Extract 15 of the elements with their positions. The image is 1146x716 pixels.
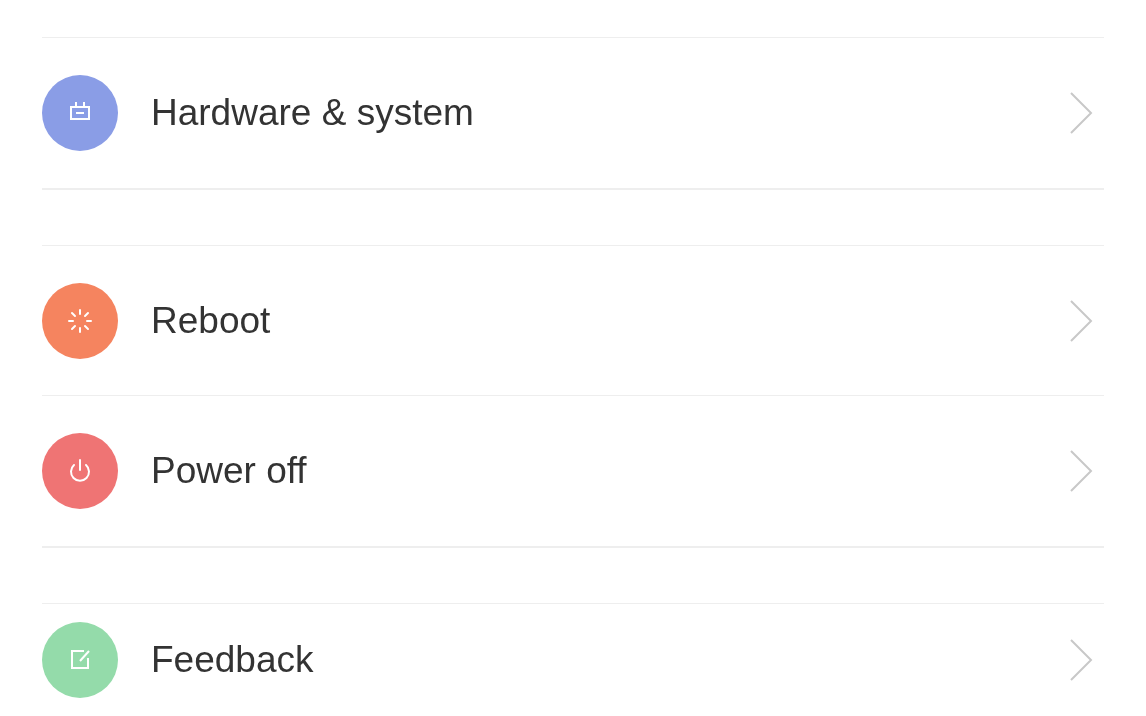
chevron-right-icon xyxy=(1068,449,1094,493)
settings-row[interactable]: Reboot xyxy=(42,246,1104,396)
edit-icon xyxy=(68,648,92,672)
chevron-right-icon xyxy=(1068,638,1094,682)
chevron-right-icon xyxy=(1068,91,1094,135)
chevron-right-icon xyxy=(1068,298,1094,343)
settings-row[interactable]: Power off xyxy=(42,396,1104,546)
row-label: Power off xyxy=(151,449,308,494)
row-label: Hardware & system xyxy=(151,91,475,136)
settings-row[interactable]: Hardware & system xyxy=(42,38,1104,188)
spinner-icon xyxy=(68,308,92,333)
power-icon xyxy=(68,459,92,483)
row-label: Feedback xyxy=(151,638,315,683)
settings-row[interactable]: Feedback xyxy=(42,604,1104,716)
row-label: Reboot xyxy=(151,298,272,343)
